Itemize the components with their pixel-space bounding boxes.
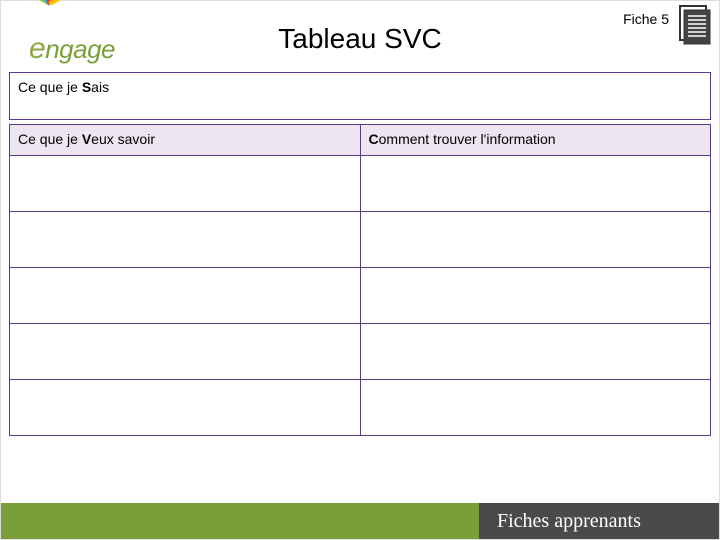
footer-accent — [1, 503, 479, 539]
document-icon — [679, 5, 711, 45]
cell-want[interactable] — [10, 156, 361, 211]
cell-how[interactable] — [361, 324, 711, 379]
sais-suffix: ais — [91, 79, 109, 95]
cell-how[interactable] — [361, 380, 711, 435]
sais-box: Ce que je Sais — [9, 72, 711, 120]
sais-prefix: Ce que je — [18, 79, 82, 95]
table-row — [9, 324, 711, 380]
page-title: Tableau SVC — [278, 23, 441, 55]
cell-want[interactable] — [10, 380, 361, 435]
table-row — [9, 156, 711, 212]
column-header-row: Ce que je Veux savoir Comment trouver l'… — [9, 124, 711, 156]
cell-how[interactable] — [361, 156, 711, 211]
fiche-number: Fiche 5 — [623, 11, 669, 27]
cell-want[interactable] — [10, 268, 361, 323]
cell-how[interactable] — [361, 268, 711, 323]
table-row — [9, 268, 711, 324]
logo-letter-e: e — [29, 32, 45, 65]
footer-label: Fiches apprenants — [479, 503, 719, 539]
table-row — [9, 380, 711, 436]
col-header-how: Comment trouver l'information — [361, 125, 711, 155]
sais-letter: S — [82, 79, 91, 95]
footer: Fiches apprenants — [1, 503, 719, 539]
table-row — [9, 212, 711, 268]
cell-want[interactable] — [10, 324, 361, 379]
col-header-want: Ce que je Veux savoir — [10, 125, 361, 155]
engage-logo: engage — [11, 6, 151, 61]
cell-how[interactable] — [361, 212, 711, 267]
logo-text-rest: ngage — [45, 34, 115, 64]
cell-want[interactable] — [10, 212, 361, 267]
